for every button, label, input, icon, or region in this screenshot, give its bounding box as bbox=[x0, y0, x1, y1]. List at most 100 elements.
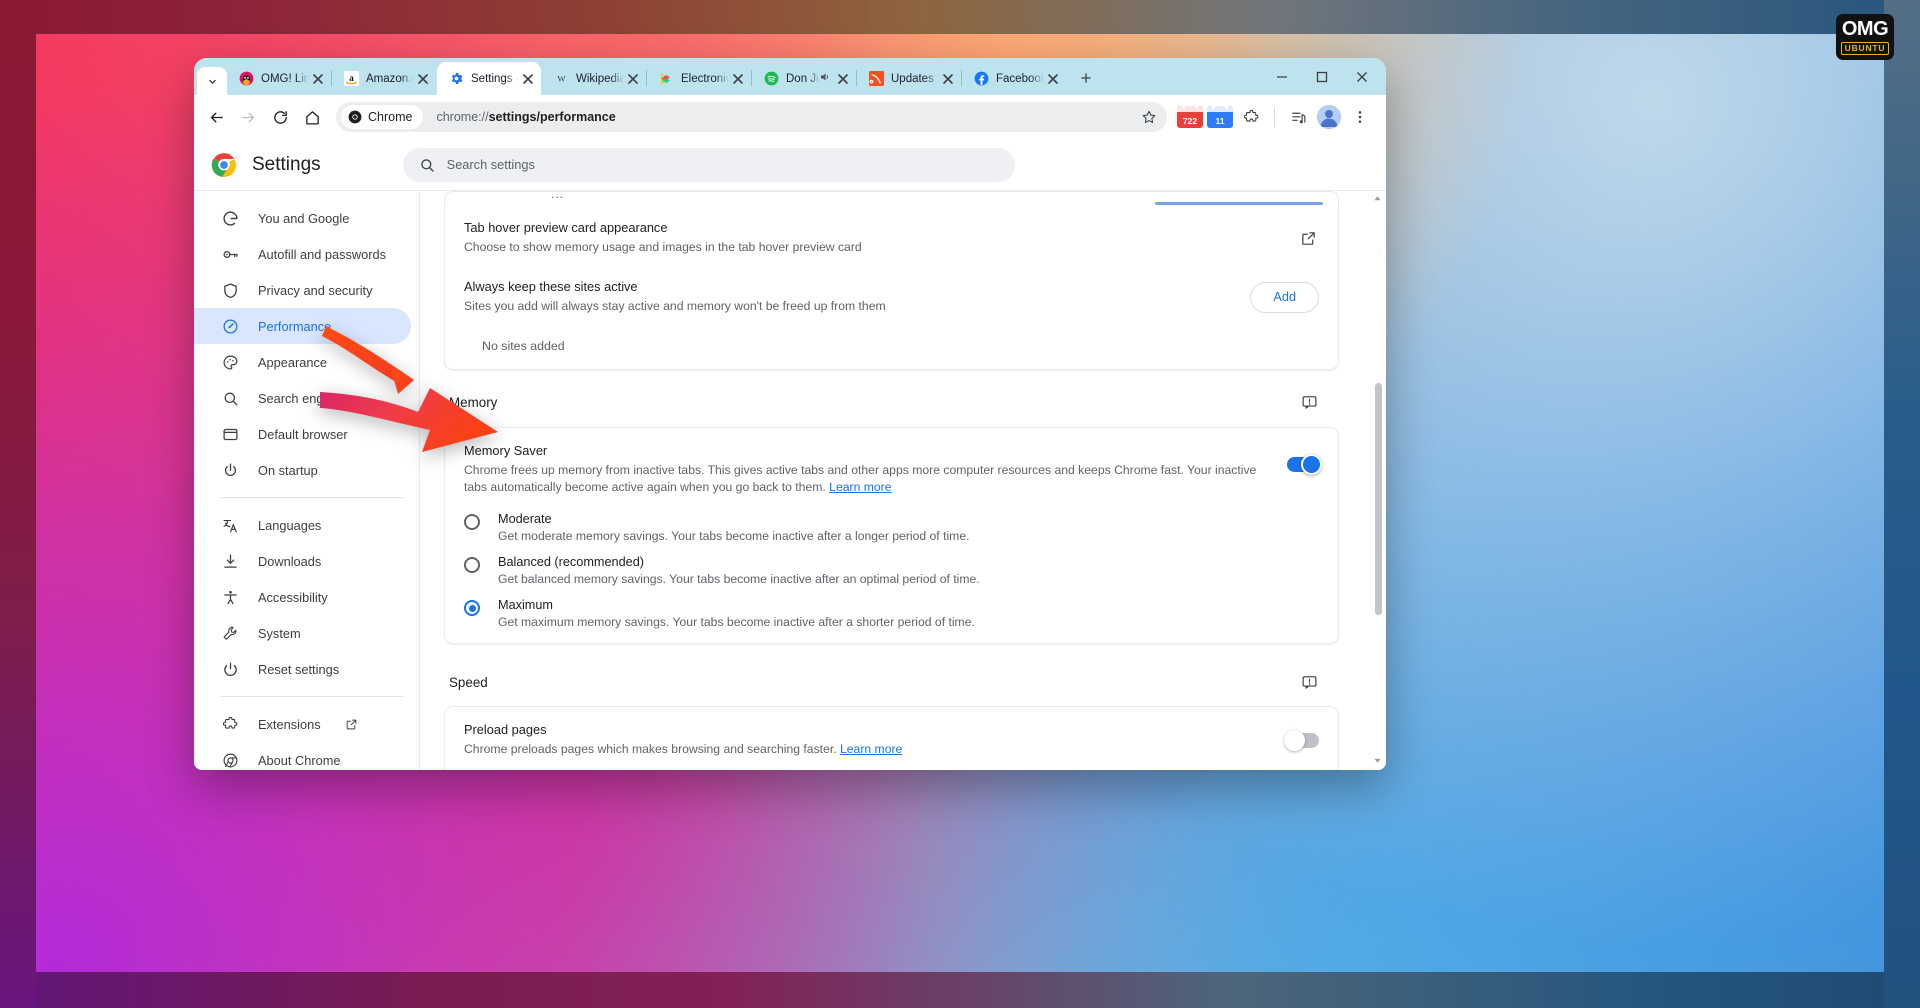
sidebar-item-reset-settings[interactable]: Reset settings bbox=[194, 651, 411, 687]
radio-option-moderate[interactable]: Moderate Get moderate memory savings. Yo… bbox=[445, 506, 1338, 549]
row-title: Tab hover preview card appearance bbox=[464, 220, 668, 235]
window-close-button[interactable] bbox=[1342, 58, 1382, 95]
sidebar-item-system[interactable]: System bbox=[194, 615, 411, 651]
tab-close-button[interactable] bbox=[624, 70, 641, 87]
radio-option-maximum[interactable]: Maximum Get maximum memory savings. Your… bbox=[445, 592, 1338, 643]
tab-electronics[interactable]: Electronics bbox=[647, 62, 751, 95]
sidebar-item-label: Privacy and security bbox=[258, 282, 373, 298]
speedometer-icon bbox=[221, 317, 239, 335]
radio-label: Maximum bbox=[498, 598, 553, 613]
tab-wikipedia[interactable]: W Wikipedia bbox=[542, 62, 646, 95]
window-minimize-button[interactable] bbox=[1262, 58, 1302, 95]
bookmark-star-icon[interactable] bbox=[1135, 103, 1163, 131]
tab-amazon[interactable]: a Amazon.com bbox=[332, 62, 436, 95]
sidebar-item-autofill-and-passwords[interactable]: Autofill and passwords bbox=[194, 236, 411, 272]
sidebar-item-search-engine[interactable]: Search engine bbox=[194, 380, 411, 416]
sidebar-item-label: Appearance bbox=[258, 354, 328, 370]
back-button[interactable] bbox=[200, 101, 232, 133]
sidebar-divider bbox=[221, 497, 403, 498]
radio-button[interactable] bbox=[464, 514, 480, 531]
sidebar-item-extensions[interactable]: Extensions bbox=[194, 706, 411, 742]
chrome-menu-icon[interactable] bbox=[1344, 101, 1376, 133]
tab-close-button[interactable] bbox=[414, 70, 431, 87]
badge-cap bbox=[1177, 104, 1203, 112]
content-scrollbar[interactable] bbox=[1375, 195, 1382, 748]
sidebar-item-accessibility[interactable]: Accessibility bbox=[194, 579, 411, 615]
scroll-down-arrow[interactable] bbox=[1372, 755, 1383, 766]
wallpaper-left-band bbox=[0, 0, 36, 1008]
sidebar-item-performance[interactable]: Performance bbox=[194, 308, 411, 344]
badge-cap bbox=[1207, 104, 1233, 112]
radio-button[interactable] bbox=[464, 557, 480, 574]
tab-close-button[interactable] bbox=[1044, 70, 1061, 87]
tab-title: Settings - bbox=[471, 72, 519, 85]
memory-saver-toggle[interactable] bbox=[1287, 453, 1322, 475]
sidebar-item-label: Default browser bbox=[258, 426, 348, 442]
google-g-icon bbox=[221, 209, 239, 227]
sidebar-item-downloads[interactable]: Downloads bbox=[194, 543, 411, 579]
feedback-icon[interactable] bbox=[1298, 392, 1320, 414]
tab-facebook[interactable]: Facebook bbox=[962, 62, 1066, 95]
settings-header: Settings Search settings bbox=[194, 139, 1386, 191]
sidebar-item-appearance[interactable]: Appearance bbox=[194, 344, 411, 380]
feedback-icon[interactable] bbox=[1298, 671, 1320, 693]
tab-settings[interactable]: Settings - bbox=[437, 62, 541, 95]
radio-description: Get moderate memory savings. Your tabs b… bbox=[498, 529, 970, 544]
home-button[interactable] bbox=[296, 101, 328, 133]
tab-audio-playing-icon[interactable] bbox=[819, 70, 831, 88]
row-memory-saver: Memory Saver Chrome frees up memory from… bbox=[445, 428, 1338, 507]
sidebar-item-you-and-google[interactable]: You and Google bbox=[194, 200, 411, 236]
blue-counter-extension-icon[interactable]: 11 bbox=[1207, 104, 1233, 128]
preload-description: Chrome preloads pages which makes browsi… bbox=[464, 742, 837, 757]
origin-chip[interactable]: Chrome bbox=[341, 105, 424, 129]
add-site-button[interactable]: Add bbox=[1250, 281, 1319, 313]
tab-omg-linux[interactable]: OMG! Linux bbox=[227, 62, 331, 95]
radio-option-balanced[interactable]: Balanced (recommended) Get balanced memo… bbox=[445, 549, 1338, 592]
learn-more-link[interactable]: Learn more bbox=[840, 742, 902, 756]
learn-more-link[interactable]: Learn more bbox=[829, 480, 891, 494]
new-tab-button[interactable] bbox=[1072, 64, 1100, 92]
no-sites-added-text: No sites added bbox=[482, 338, 565, 353]
forward-button[interactable] bbox=[232, 101, 264, 133]
open-in-new-icon[interactable] bbox=[1297, 227, 1319, 249]
tab-spotify[interactable]: Don Ju bbox=[752, 62, 856, 95]
tab-title: Electronics bbox=[681, 72, 729, 85]
tab-title: OMG! Linux bbox=[261, 72, 309, 85]
url-text[interactable]: chrome://settings/performance bbox=[436, 110, 1135, 124]
tab-title: Don Ju bbox=[786, 72, 819, 85]
reload-button[interactable] bbox=[264, 101, 296, 133]
preload-pages-card: Preload pages Chrome preloads pages whic… bbox=[444, 706, 1339, 770]
address-bar[interactable]: Chrome chrome://settings/performance bbox=[336, 102, 1167, 132]
memory-saver-card: Memory Saver Chrome frees up memory from… bbox=[444, 426, 1339, 645]
tab-search-button[interactable] bbox=[197, 67, 227, 95]
sidebar-item-default-browser[interactable]: Default browser bbox=[194, 416, 411, 452]
tab-close-button[interactable] bbox=[834, 70, 851, 87]
media-controls-icon[interactable] bbox=[1282, 101, 1314, 133]
memory-section-header: Memory bbox=[444, 370, 1339, 427]
preload-pages-toggle[interactable] bbox=[1284, 729, 1319, 751]
section-heading: Speed bbox=[449, 674, 488, 690]
toggle-knob bbox=[1301, 453, 1322, 475]
origin-chip-label: Chrome bbox=[368, 110, 413, 124]
sidebar-item-privacy-and-security[interactable]: Privacy and security bbox=[194, 272, 411, 308]
tab-title: Amazon.com bbox=[366, 72, 414, 85]
scrollbar-thumb[interactable] bbox=[1375, 383, 1382, 616]
tab-close-button[interactable] bbox=[519, 70, 536, 87]
omg-logo-text: OMG bbox=[1841, 18, 1889, 41]
sidebar-item-about-chrome[interactable]: About Chrome bbox=[194, 742, 411, 770]
tab-close-button[interactable] bbox=[309, 70, 326, 87]
row-tab-hover-preview[interactable]: Tab hover preview card appearance Choose… bbox=[445, 205, 1338, 271]
tab-updates[interactable]: Updates : bbox=[857, 62, 961, 95]
tab-title: Facebook bbox=[996, 72, 1044, 85]
radio-button[interactable] bbox=[464, 600, 480, 617]
tab-close-button[interactable] bbox=[939, 70, 956, 87]
sidebar-item-on-startup[interactable]: On startup bbox=[194, 452, 411, 488]
sidebar-item-languages[interactable]: Languages bbox=[194, 507, 411, 543]
url-path: settings/performance bbox=[488, 110, 616, 124]
red-counter-extension-icon[interactable]: 722 bbox=[1177, 104, 1203, 128]
window-maximize-button[interactable] bbox=[1302, 58, 1342, 95]
tab-close-button[interactable] bbox=[729, 70, 746, 87]
search-settings-input[interactable]: Search settings bbox=[402, 147, 1015, 182]
extensions-puzzle-icon[interactable] bbox=[1235, 101, 1267, 133]
profile-avatar[interactable] bbox=[1317, 105, 1341, 129]
